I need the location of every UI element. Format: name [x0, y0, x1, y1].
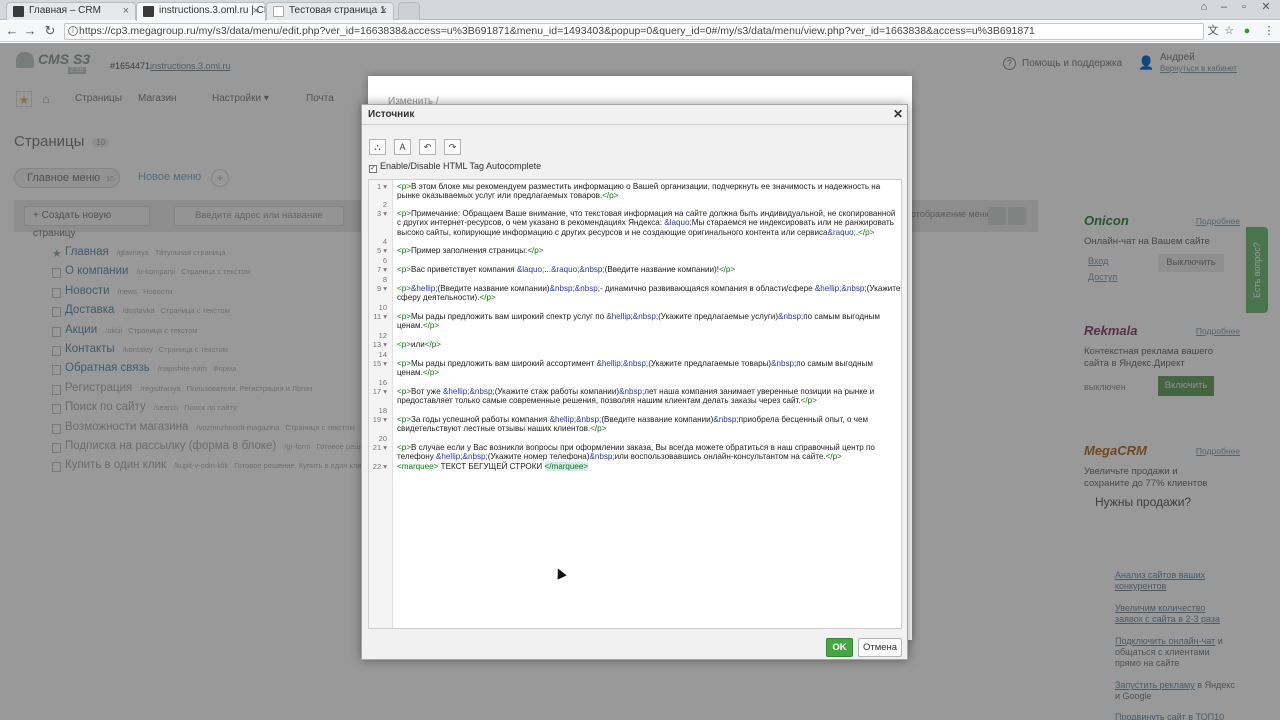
line-number: 1 ▾ — [376, 182, 387, 191]
line-number: 12 — [378, 331, 387, 340]
line-number: 17 ▾ — [372, 387, 387, 396]
line-number: 19 ▾ — [372, 415, 387, 424]
checkbox-checked-icon[interactable]: ✓ — [369, 165, 377, 173]
code-line[interactable]: <p>В случае если у Вас возникли вопросы … — [397, 443, 901, 462]
line-number: 18 — [378, 406, 387, 415]
window-close-icon[interactable]: ✕ — [1258, 0, 1274, 14]
find-replace-icon[interactable]: ⛬ — [369, 139, 386, 155]
close-icon[interactable]: ✕ — [893, 107, 903, 122]
autocomplete-toggle[interactable]: ✓ Enable/Disable HTML Tag Autocomplete — [369, 161, 541, 173]
line-number: 22 ▾ — [372, 462, 387, 471]
page-favicon-icon — [273, 6, 284, 17]
url-input[interactable]: i https://cp3.megagroup.ru/my/s3/data/me… — [64, 23, 1204, 40]
url-text: https://cp3.megagroup.ru/my/s3/data/menu… — [79, 25, 1035, 37]
translate-icon[interactable]: 文 — [1206, 24, 1220, 38]
line-number: 3 ▾ — [376, 209, 387, 218]
close-icon[interactable]: × — [253, 3, 259, 19]
tab-label: Главная – CRM — [29, 5, 101, 16]
bookmark-star-icon[interactable]: ☆ — [1222, 24, 1236, 38]
reload-icon[interactable]: ↻ — [42, 23, 58, 39]
code-line[interactable]: <p>За годы успешной работы компания &hel… — [397, 415, 901, 434]
close-icon[interactable]: × — [123, 3, 129, 19]
code-line[interactable]: <marquee> ТЕКСТ БЕГУЩЕЙ СТРОКИ </marquee… — [397, 462, 901, 471]
code-line[interactable]: <p>&hellip;(Введите название компании)&n… — [397, 284, 901, 303]
maximize-icon[interactable]: ▫ — [1236, 0, 1252, 14]
tab-label: Тестовая страница 1 — [289, 5, 386, 16]
undo-icon[interactable]: ↶ — [419, 139, 436, 155]
line-number: 14 — [378, 350, 387, 359]
extension-icon[interactable]: ● — [1240, 24, 1254, 38]
line-number: 20 — [378, 434, 387, 443]
code-line[interactable]: <p>Мы рады предложить вам широкий спектр… — [397, 312, 901, 331]
browser-tab-test-page[interactable]: Тестовая страница 1 × — [266, 2, 394, 20]
code-line[interactable]: <p>Вас приветствует компания &laquo;...&… — [397, 265, 901, 274]
back-arrow-icon[interactable]: ← — [4, 23, 20, 39]
forward-arrow-icon[interactable]: → — [22, 23, 38, 39]
line-number: 21 ▾ — [372, 443, 387, 452]
browser-tab-instructions[interactable]: instructions.3.oml.ru | CM × — [136, 2, 266, 21]
cancel-button[interactable]: Отмена — [858, 638, 902, 657]
source-dialog: Источник ✕ ⛬ A ↶ ↷ ✓ Enable/Disable HTML … — [361, 104, 908, 660]
code-line[interactable]: <p>Мы рады предложить вам широкий ассорт… — [397, 359, 901, 378]
address-bar: ← → ↻ i https://cp3.megagroup.ru/my/s3/d… — [0, 21, 1280, 42]
code-line[interactable]: <p>В этом блоке мы рекомендуем разместит… — [397, 182, 901, 201]
line-number: 5 ▾ — [376, 246, 387, 255]
browser-tabstrip: Главная – CRM × instructions.3.oml.ru | … — [0, 0, 1280, 21]
line-number: 7 ▾ — [376, 265, 387, 274]
site-favicon-icon — [143, 6, 154, 17]
code-line[interactable]: <p>или</p> — [397, 340, 901, 349]
line-number: 15 ▾ — [372, 359, 387, 368]
line-number: 4 — [382, 237, 387, 246]
line-number: 11 ▾ — [373, 312, 387, 321]
tab-label: instructions.3.oml.ru | CM — [159, 5, 266, 16]
mouse-cursor-icon — [553, 566, 567, 580]
redo-icon[interactable]: ↷ — [444, 139, 461, 155]
source-code-editor[interactable]: 1 ▾ 2 3 ▾ 4 5 ▾ 6 7 ▾ 8 9 ▾ 10 11 ▾ 12 13 ▾ 14 15 ▾ 16 1… — [368, 179, 902, 629]
code-line[interactable]: <p>Пример заполнения страницы:</p> — [397, 246, 901, 255]
minimize-icon[interactable]: – — [1216, 0, 1232, 14]
code-line[interactable]: <p>Вот уже &hellip;&nbsp;(Укажите стаж р… — [397, 387, 901, 406]
line-number: 16 — [378, 378, 387, 387]
new-tab-button[interactable] — [398, 2, 420, 20]
line-number: 8 — [382, 275, 387, 284]
ok-button[interactable]: OK — [826, 638, 853, 657]
line-number: 9 ▾ — [376, 284, 387, 293]
format-text-icon[interactable]: A — [394, 139, 411, 155]
browser-tab-crm[interactable]: Главная – CRM × — [6, 2, 136, 20]
line-number: 2 — [382, 200, 387, 209]
dialog-title: Источник ✕ — [362, 105, 907, 125]
line-number: 13 ▾ — [372, 340, 387, 349]
line-number-gutter: 1 ▾ 2 3 ▾ 4 5 ▾ 6 7 ▾ 8 9 ▾ 10 11 ▾ 12 13 ▾ 14 15 ▾ 16 1… — [369, 180, 393, 628]
line-number: 6 — [382, 256, 387, 265]
close-icon[interactable]: × — [381, 3, 387, 19]
info-icon[interactable]: i — [68, 26, 78, 36]
line-number: 10 — [378, 303, 387, 312]
browser-menu-icon[interactable]: ⋮ — [1262, 24, 1276, 38]
crm-favicon-icon — [13, 6, 24, 17]
code-line[interactable]: <p>Примечание: Обращаем Ваше внимание, ч… — [397, 209, 901, 237]
profile-icon[interactable]: ⌂ — [1196, 0, 1212, 14]
